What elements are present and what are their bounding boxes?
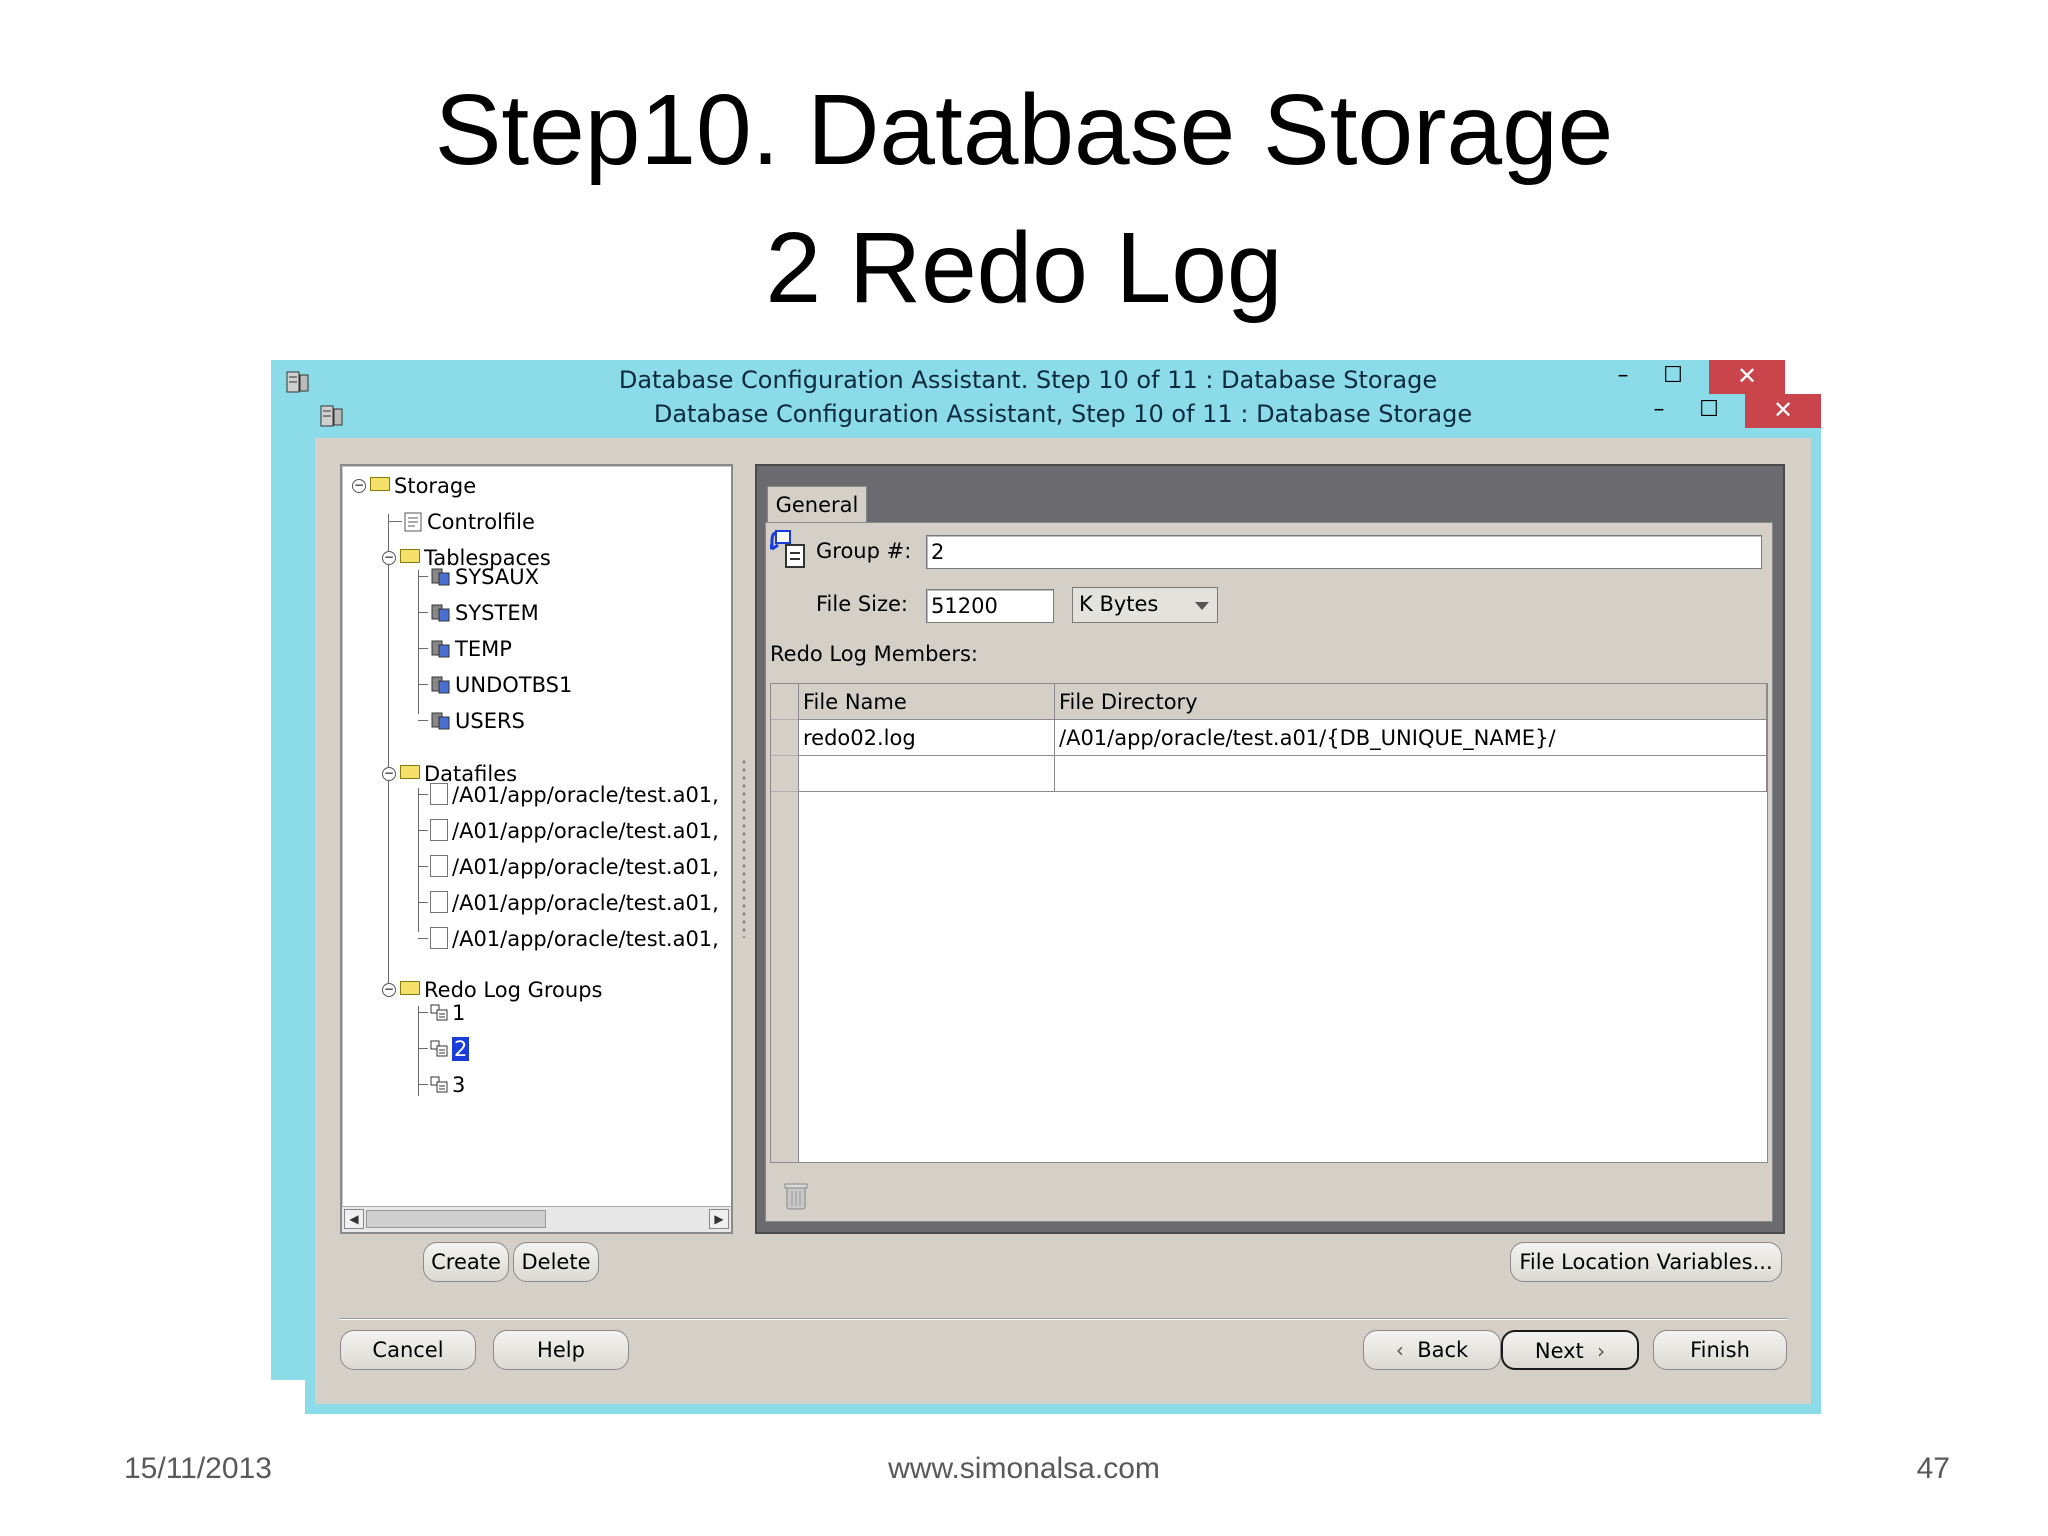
delete-button[interactable]: Delete [513,1242,599,1282]
redo-log-group-icon [770,530,805,568]
column-header-file-directory[interactable]: File Directory [1055,684,1767,720]
tree-node-tablespace[interactable]: USERS [430,703,525,737]
tree-node-datafile[interactable]: /A01/app/oracle/test.a01, [430,777,719,811]
back-button[interactable]: ‹ Back [1363,1330,1501,1370]
scroll-thumb[interactable] [366,1210,546,1228]
minimize-button[interactable]: – [1637,394,1681,428]
scroll-right-arrow-icon[interactable]: ▶ [709,1209,729,1229]
maximize-button[interactable]: ☐ [1687,394,1731,428]
storage-tree: − Storage Controlfile − Tablespaces SYSA… [342,466,731,1196]
tree-node-tablespace[interactable]: SYSTEM [430,595,539,629]
file-size-input[interactable] [926,589,1054,623]
table-cell-file-name[interactable] [799,756,1055,792]
back-label: Back [1417,1338,1469,1362]
trash-icon[interactable] [784,1181,808,1211]
tree-node-datafile[interactable]: /A01/app/oracle/test.a01, [430,849,719,883]
close-button[interactable]: ✕ [1745,394,1821,428]
row-header[interactable] [771,720,799,756]
storage-tree-panel: − Storage Controlfile − Tablespaces SYSA… [340,464,733,1234]
cancel-button[interactable]: Cancel [340,1330,476,1370]
tree-node-datafile[interactable]: /A01/app/oracle/test.a01, [430,813,719,847]
tablespace-icon [431,640,450,658]
detail-panel: General Group #: File Size: K Bytes [755,464,1785,1234]
dialog-client-area: − Storage Controlfile − Tablespaces SYSA… [315,438,1811,1404]
footer-page-number: 47 [1916,1452,1950,1485]
window-title: Database Configuration Assistant, Step 1… [653,400,1473,428]
back-arrow-icon: ‹ [1395,1338,1404,1362]
finish-button[interactable]: Finish [1653,1330,1787,1370]
tree-node-datafile[interactable]: /A01/app/oracle/test.a01, [430,921,719,955]
table-cell-file-directory[interactable]: /A01/app/oracle/test.a01/{DB_UNIQUE_NAME… [1055,720,1767,756]
dbca-window: Database Configuration Assistant, Step 1… [305,394,1821,1414]
redo-log-members-label: Redo Log Members: [770,642,979,666]
redo-group-icon [430,1040,448,1057]
tablespace-icon [431,568,450,586]
tree-node-tablespace[interactable]: UNDOTBS1 [430,667,572,701]
slide-title-line2: 2 Redo Log [765,212,1283,324]
tree-node-tablespace[interactable]: SYSAUX [430,559,539,593]
next-button[interactable]: Next › [1501,1330,1639,1370]
tab-general[interactable]: General [767,486,867,524]
folder-icon [400,981,420,995]
folder-icon [370,477,390,491]
column-header-file-name[interactable]: File Name [799,684,1055,720]
redo-groups-expander[interactable]: − [382,983,396,997]
redo-log-members-table: File Name File Directory redo02.log /A01… [770,683,1768,1163]
slide-title-line1: Step10. Database Storage [434,74,1614,186]
datafiles-expander[interactable]: − [382,767,396,781]
tablespaces-expander[interactable]: − [382,551,396,565]
next-arrow-icon: › [1597,1339,1606,1363]
chevron-down-icon [1195,602,1209,610]
redo-group-icon [430,1004,448,1021]
datafile-icon [430,819,448,841]
background-close-button[interactable]: ✕ [1709,360,1785,394]
tablespace-icon [431,712,450,730]
panel-splitter[interactable] [741,758,747,938]
controlfile-icon [404,512,422,532]
general-tab-content: Group #: File Size: K Bytes Redo Log Mem… [765,522,1773,1222]
file-size-unit-select[interactable]: K Bytes [1072,587,1218,623]
folder-icon [400,765,420,779]
help-button[interactable]: Help [493,1330,629,1370]
create-button[interactable]: Create [423,1242,509,1282]
group-number-input[interactable] [926,535,1762,569]
file-location-variables-button[interactable]: File Location Variables... [1510,1242,1782,1282]
datafile-icon [430,891,448,913]
tree-node-datafile[interactable]: /A01/app/oracle/test.a01, [430,885,719,919]
file-size-label: File Size: [816,592,908,616]
group-number-label: Group #: [816,539,912,563]
datafile-icon [430,855,448,877]
footer-website: www.simonalsa.com [888,1452,1160,1485]
file-size-unit-value: K Bytes [1079,592,1159,616]
tree-node-controlfile[interactable]: Controlfile [402,504,535,538]
background-maximize-button[interactable]: ☐ [1651,360,1695,394]
next-label: Next [1534,1339,1584,1363]
titlebar: Database Configuration Assistant, Step 1… [305,394,1821,438]
separator [340,1318,1787,1320]
background-window-title: Database Configuration Assistant. Step 1… [618,366,1438,394]
row-header[interactable] [771,756,799,792]
storage-expander[interactable]: − [352,479,366,493]
folder-icon [400,549,420,563]
tree-node-redo-group[interactable]: 3 [430,1067,465,1101]
background-minimize-button[interactable]: – [1601,360,1645,394]
row-header-column [771,792,799,1162]
tree-node-redo-group[interactable]: 1 [430,995,465,1029]
datafile-icon [430,783,448,805]
table-corner [771,684,799,720]
tree-node-redo-group-selected[interactable]: 2 [430,1031,470,1065]
table-cell-file-name[interactable]: redo02.log [799,720,1055,756]
tree-horizontal-scrollbar[interactable]: ◀ ▶ [342,1206,731,1232]
datafile-icon [430,927,448,949]
tablespace-icon [431,676,450,694]
tree-node-storage[interactable]: Storage [370,468,476,502]
tablespace-icon [431,604,450,622]
redo-group-icon [430,1076,448,1093]
scroll-left-arrow-icon[interactable]: ◀ [344,1209,364,1229]
tree-node-tablespace[interactable]: TEMP [430,631,512,665]
table-cell-file-directory[interactable] [1055,756,1767,792]
